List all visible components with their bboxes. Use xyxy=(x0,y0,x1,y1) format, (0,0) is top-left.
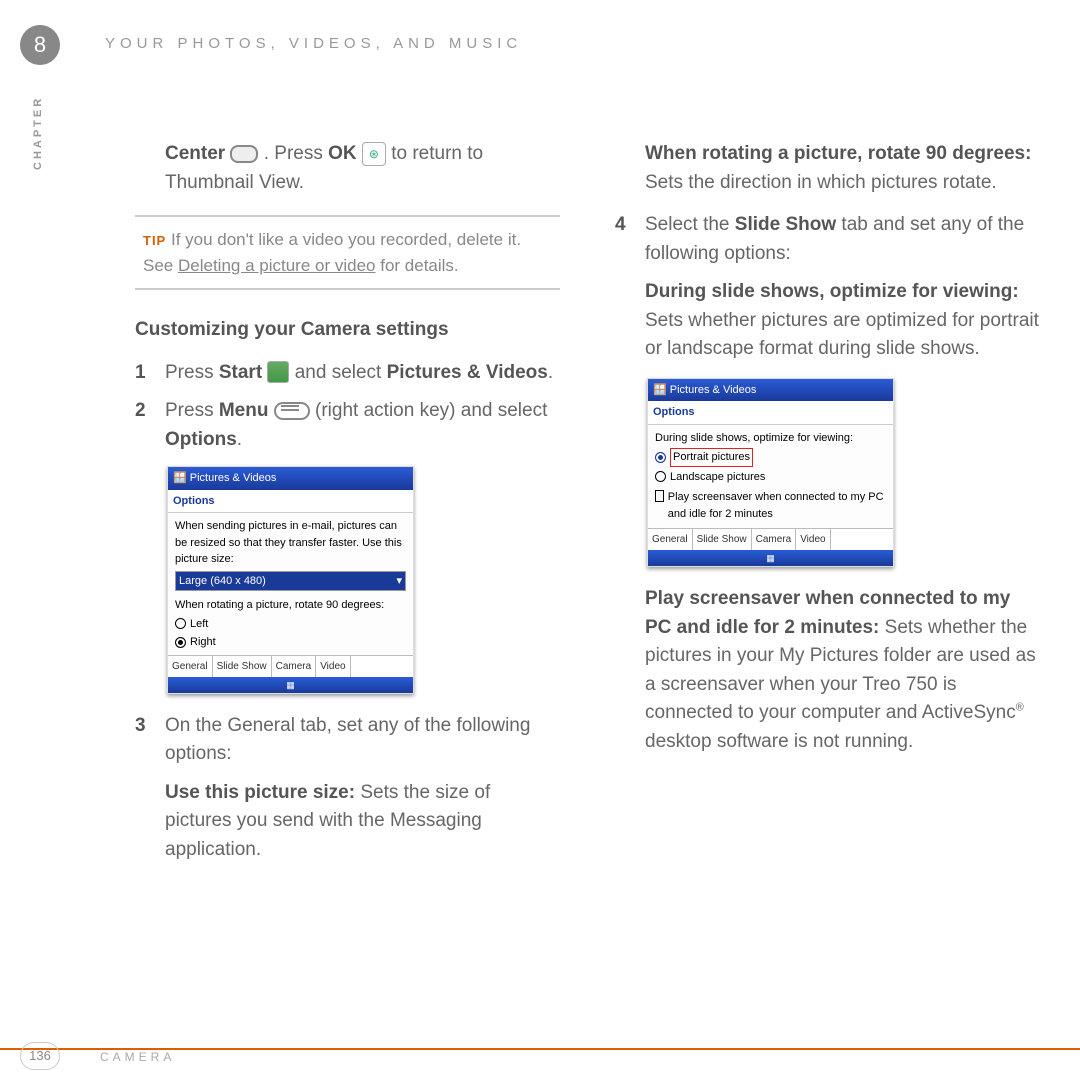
section-heading: Customizing your Camera settings xyxy=(135,316,560,345)
running-head: YOUR PHOTOS, VIDEOS, AND MUSIC xyxy=(105,35,522,52)
screenshot-slideshow-tab: 🪟 Pictures & Videos Options During slide… xyxy=(647,378,894,568)
rotate-head: When rotating a picture, rotate 90 degre… xyxy=(645,143,1031,164)
pictures-videos-label: Pictures & Videos xyxy=(387,362,548,383)
chapter-number-circle: 8 xyxy=(20,25,60,65)
center-button-icon xyxy=(230,145,258,163)
tip-link[interactable]: Deleting a picture or video xyxy=(178,256,376,275)
step-number-4: 4 xyxy=(615,211,645,268)
ss2-radio-landscape[interactable]: Landscape pictures xyxy=(655,469,886,486)
intro-line: Center . Press OK ⊛ to return to Thumbna… xyxy=(165,140,560,197)
left-column: Center . Press OK ⊛ to return to Thumbna… xyxy=(135,140,560,878)
during-head: During slide shows, optimize for viewing… xyxy=(645,281,1019,302)
options-label: Options xyxy=(165,429,237,450)
step-2-body: Press Menu (right action key) and select… xyxy=(165,397,560,454)
tip-text-b: for details. xyxy=(376,256,459,275)
rotate-body: Sets the direction in which pictures rot… xyxy=(645,172,997,193)
ss1-options: Options xyxy=(168,490,413,514)
step-3: 3 On the General tab, set any of the fol… xyxy=(135,712,560,769)
ss1-tab-video[interactable]: Video xyxy=(316,656,350,677)
radio-icon xyxy=(175,618,186,629)
ss2-tab-slideshow[interactable]: Slide Show xyxy=(693,529,752,550)
ss1-footer: ▦ xyxy=(168,677,413,693)
menu-label: Menu xyxy=(219,400,269,421)
checkbox-icon xyxy=(655,490,664,502)
slideshow-label: Slide Show xyxy=(735,214,836,235)
ss1-tab-camera[interactable]: Camera xyxy=(272,656,317,677)
ss1-right-label: Right xyxy=(190,634,216,651)
during-body: Sets whether pictures are optimized for … xyxy=(645,310,1039,360)
step-4: 4 Select the Slide Show tab and set any … xyxy=(615,211,1040,268)
use-size-head: Use this picture size: xyxy=(165,782,355,803)
step-1: 1 Press Start and select Pictures & Vide… xyxy=(135,359,560,388)
ss1-tab-slideshow[interactable]: Slide Show xyxy=(213,656,272,677)
ss2-checkbox[interactable]: Play screensaver when connected to my PC… xyxy=(655,489,886,522)
tip-box: TIP If you don't like a video you record… xyxy=(135,215,560,290)
ss2-line1: During slide shows, optimize for viewing… xyxy=(655,430,886,447)
ss1-line1: When sending pictures in e-mail, picture… xyxy=(175,518,406,568)
ss2-title: 🪟 Pictures & Videos xyxy=(648,379,893,402)
ss2-check-label: Play screensaver when connected to my PC… xyxy=(668,489,886,522)
registered-mark: ® xyxy=(1016,702,1024,714)
ss1-left-label: Left xyxy=(190,616,208,633)
ss1-radio-right[interactable]: Right xyxy=(175,634,406,651)
ss2-landscape-label: Landscape pictures xyxy=(670,469,765,486)
ss1-select[interactable]: Large (640 x 480) ▾ xyxy=(175,571,406,592)
chapter-label: CHAPTER xyxy=(32,96,44,170)
radio-icon-selected xyxy=(175,637,186,648)
start-label: Start xyxy=(219,362,262,383)
step2-a: Press xyxy=(165,400,219,421)
center-label: Center xyxy=(165,143,230,164)
step1-a: Press xyxy=(165,362,219,383)
content-columns: Center . Press OK ⊛ to return to Thumbna… xyxy=(135,140,1040,878)
screensaver-option: Play screensaver when connected to my PC… xyxy=(645,585,1040,756)
step-number-1: 1 xyxy=(135,359,165,388)
radio-icon xyxy=(655,471,666,482)
step-number-2: 2 xyxy=(135,397,165,454)
during-option: During slide shows, optimize for viewing… xyxy=(645,278,1040,364)
step1-e: . xyxy=(548,362,553,383)
ss2-tab-camera[interactable]: Camera xyxy=(752,529,797,550)
footer-text: CAMERA xyxy=(100,1050,175,1064)
step2-c: (right action key) and select xyxy=(315,400,547,421)
ss1-title-text: Pictures & Videos xyxy=(190,472,277,484)
chevron-down-icon: ▾ xyxy=(396,573,402,590)
ss2-tabs: General Slide Show Camera Video xyxy=(648,528,893,550)
ss1-select-text: Large (640 x 480) xyxy=(179,573,266,590)
ss1-title: 🪟 Pictures & Videos xyxy=(168,467,413,490)
tip-label: TIP xyxy=(143,233,166,248)
step-3-body: On the General tab, set any of the follo… xyxy=(165,712,560,769)
ss2-options: Options xyxy=(648,401,893,425)
ss1-tab-general[interactable]: General xyxy=(168,656,213,677)
ok-label: OK xyxy=(328,143,357,164)
step4-a: Select the xyxy=(645,214,735,235)
step-4-body: Select the Slide Show tab and set any of… xyxy=(645,211,1040,268)
screensaver-body-b: desktop software is not running. xyxy=(645,731,913,752)
page-number: 136 xyxy=(20,1042,60,1070)
step1-c: and select xyxy=(295,362,387,383)
use-size-option: Use this picture size: Sets the size of … xyxy=(165,779,560,865)
ss2-tab-video[interactable]: Video xyxy=(796,529,830,550)
ss2-portrait-label: Portrait pictures xyxy=(670,448,753,467)
ss2-tab-general[interactable]: General xyxy=(648,529,693,550)
step-1-body: Press Start and select Pictures & Videos… xyxy=(165,359,560,388)
right-column: When rotating a picture, rotate 90 degre… xyxy=(615,140,1040,878)
ss2-footer: ▦ xyxy=(648,550,893,566)
ss2-radio-portrait[interactable]: Portrait pictures xyxy=(655,448,886,467)
ss2-title-text: Pictures & Videos xyxy=(670,384,757,396)
step2-e: . xyxy=(237,429,242,450)
step-2: 2 Press Menu (right action key) and sele… xyxy=(135,397,560,454)
ok-button-icon: ⊛ xyxy=(362,142,386,166)
radio-icon-selected xyxy=(655,452,666,463)
step-number-3: 3 xyxy=(135,712,165,769)
screenshot-general-tab: 🪟 Pictures & Videos Options When sending… xyxy=(167,466,414,694)
start-icon xyxy=(267,361,289,383)
ss1-radio-left[interactable]: Left xyxy=(175,616,406,633)
ss1-line2: When rotating a picture, rotate 90 degre… xyxy=(175,597,406,614)
menu-icon xyxy=(274,402,310,420)
ss1-tabs: General Slide Show Camera Video xyxy=(168,655,413,677)
rotate-option: When rotating a picture, rotate 90 degre… xyxy=(645,140,1040,197)
intro-text-2: . Press xyxy=(264,143,328,164)
